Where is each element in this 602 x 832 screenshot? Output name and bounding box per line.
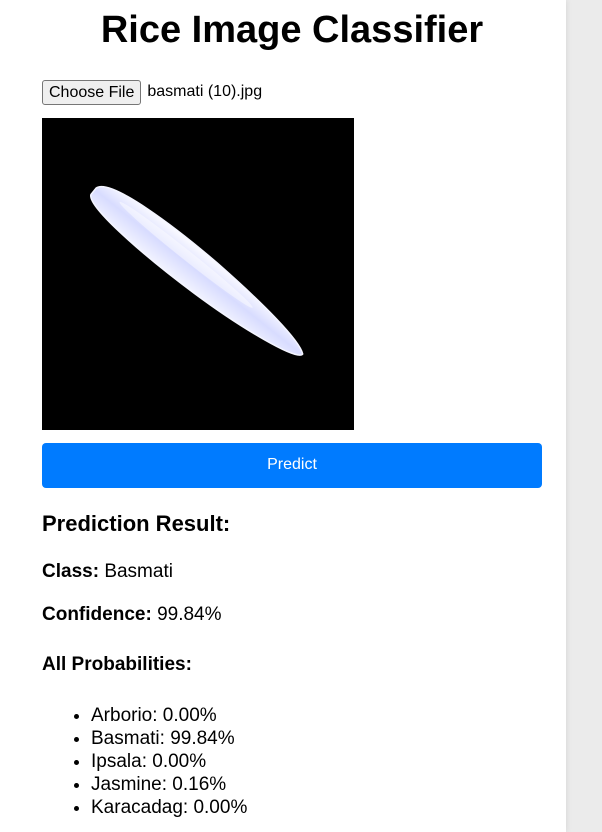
page-title: Rice Image Classifier (100, 9, 484, 51)
predict-button[interactable]: Predict (42, 443, 542, 488)
list-item: Jasmine: 0.16% (91, 773, 247, 796)
class-label: Class: (42, 561, 100, 582)
class-value: Basmati (104, 561, 173, 582)
list-item: Ipsala: 0.00% (91, 750, 247, 773)
selected-file-name: basmati (10).jpg (147, 83, 263, 100)
choose-file-button[interactable]: Choose File (42, 79, 142, 105)
probabilities-list: Arborio: 0.00% Basmati: 99.84% Ipsala: 0… (42, 704, 247, 819)
main-card: Rice Image Classifier Choose File basmat… (0, 0, 566, 832)
predicted-class: Class: Basmati (42, 560, 173, 584)
all-probabilities-title: All Probabilities: (42, 654, 192, 675)
list-item: Arborio: 0.00% (91, 704, 247, 727)
file-upload: Choose File basmati (10).jpg (42, 79, 262, 105)
rice-grain-image (42, 118, 354, 430)
confidence-value: 99.84% (157, 604, 222, 625)
list-item: Basmati: 99.84% (91, 727, 247, 750)
image-preview (42, 118, 354, 430)
confidence: Confidence: 99.84% (42, 603, 222, 627)
prediction-result-title: Prediction Result: (42, 511, 231, 536)
confidence-label: Confidence: (42, 604, 152, 625)
list-item: Karacadag: 0.00% (91, 796, 247, 819)
